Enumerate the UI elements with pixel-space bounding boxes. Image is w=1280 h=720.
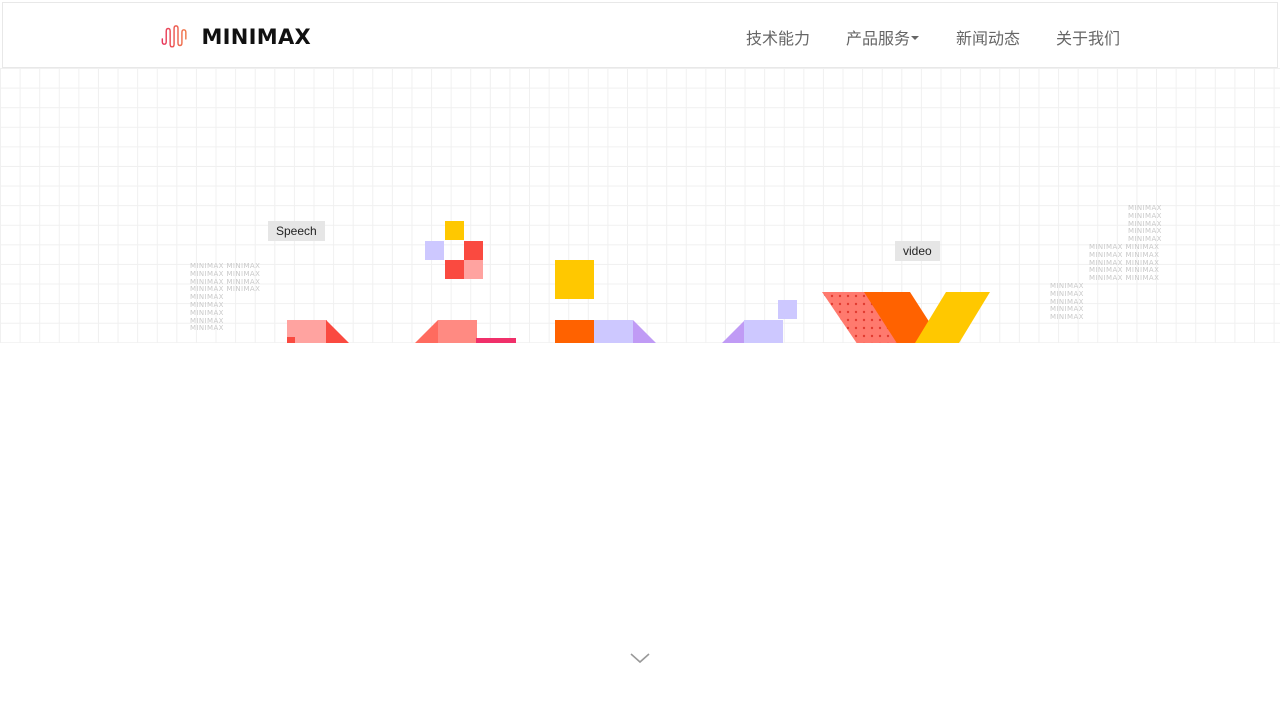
shape-pink-pixel — [464, 260, 483, 279]
nav-news[interactable]: 新闻动态 — [956, 25, 1020, 49]
shape-lavender-pixel — [778, 300, 797, 319]
main-nav: 技术能力 产品服务 新闻动态 关于我们 — [3, 3, 1277, 67]
shape-crimson-bar — [476, 338, 516, 343]
shape-parallelogram-group — [822, 292, 990, 343]
nav-products[interactable]: 产品服务 — [846, 25, 920, 49]
watermark-block-right-mid: MINIMAX MINIMAX MINIMAX MINIMAX MINIMAX … — [1089, 243, 1160, 283]
shape-yellow-pixel — [445, 221, 464, 240]
nav-about[interactable]: 关于我们 — [1056, 25, 1120, 49]
shape-lavender-pixel — [425, 241, 444, 260]
shape-red-triangle — [326, 320, 349, 343]
shape-yellow-square — [555, 260, 594, 299]
watermark-block-right-low: MINIMAX MINIMAX MINIMAX MINIMAX MINIMAX — [1050, 282, 1084, 322]
watermark-block-left: MINIMAX MINIMAX MINIMAX MINIMAX MINIMAX … — [190, 262, 261, 333]
hero-banner: MINIMAX MINIMAX MINIMAX MINIMAX MINIMAX … — [0, 68, 1280, 343]
shape-red-pixel — [464, 241, 483, 260]
caret-down-icon — [911, 36, 920, 40]
nav-tech[interactable]: 技术能力 — [746, 25, 810, 49]
speech-tag: Speech — [268, 221, 325, 241]
video-tag: video — [895, 241, 940, 261]
shape-salmon-square — [438, 320, 477, 343]
shape-red-chip — [287, 337, 295, 343]
site-header: MINIMAX 技术能力 产品服务 新闻动态 关于我们 — [2, 2, 1278, 68]
shape-salmon-triangle — [415, 320, 438, 343]
shape-orange-square — [555, 320, 594, 343]
shape-lavender-square — [594, 320, 633, 343]
nav-products-label: 产品服务 — [846, 29, 911, 48]
shape-purple-triangle — [633, 320, 656, 343]
chevron-down-icon[interactable] — [629, 650, 651, 666]
shape-red-pixel — [445, 260, 464, 279]
shape-lavender-square — [744, 320, 783, 343]
watermark-block-right-top: MINIMAX MINIMAX MINIMAX MINIMAX MINIMAX — [1128, 204, 1162, 244]
shape-purple-triangle — [722, 320, 745, 343]
